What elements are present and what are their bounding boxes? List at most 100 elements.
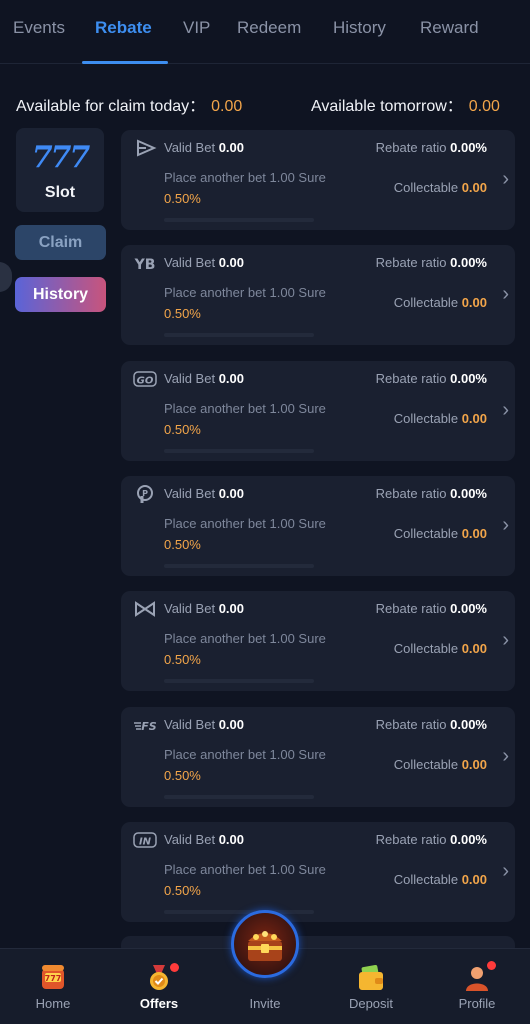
rebate-ratio-label: Rebate ratio <box>375 716 447 732</box>
progress-track <box>164 218 314 222</box>
rebate-card[interactable]: IN Valid Bet 0.00 Rebate ratio 0.00% Place … <box>121 821 515 922</box>
nav-home[interactable]: 777 Home <box>0 949 106 1024</box>
progress-track <box>164 563 314 568</box>
pg-provider-icon: P <box>137 484 153 503</box>
bow-tie-provider-icon <box>135 601 155 618</box>
wallet-icon <box>359 965 383 990</box>
rebate-ratio: Rebate ratio 0.00% <box>376 140 487 155</box>
valid-bet-label: Valid Bet <box>164 370 216 386</box>
rebate-card[interactable]: Valid Bet 0.00 Rebate ratio 0.00% Place an… <box>121 130 515 230</box>
valid-bet-label: Valid Bet <box>164 716 216 732</box>
collectable-value: 0.00 <box>461 525 487 541</box>
rebate-ratio-label: Rebate ratio <box>375 370 447 386</box>
nav-offers[interactable]: Offers <box>106 949 212 1024</box>
place-bet-text: Place another bet 1.00 Sure <box>164 746 326 762</box>
place-bet-text: Place another bet 1.00 Sure <box>164 515 326 531</box>
place-bet-text: Place another bet 1.00 Sure <box>164 861 326 877</box>
rebate-percent: 0.50% <box>164 191 201 206</box>
rebate-ratio-label: Rebate ratio <box>375 831 447 847</box>
collectable-value: 0.00 <box>461 410 487 426</box>
chevron-right-icon[interactable]: › <box>502 860 509 883</box>
progress-track <box>164 333 314 338</box>
chevron-right-icon[interactable]: › <box>502 168 509 191</box>
available-tomorrow-value: 0.00 <box>468 98 500 115</box>
valid-bet: Valid Bet 0.00 <box>164 601 244 616</box>
rebate-card[interactable]: YB Valid Bet 0.00 Rebate ratio 0.00% Place … <box>121 245 515 346</box>
tab-vip[interactable]: VIP <box>183 18 210 38</box>
claim-button[interactable]: Claim <box>15 225 106 260</box>
collectable: Collectable 0.00 <box>394 180 487 195</box>
collectable-value: 0.00 <box>461 180 487 195</box>
valid-bet-label: Valid Bet <box>164 140 216 155</box>
valid-bet-label: Valid Bet <box>164 601 216 617</box>
rebate-ratio-value: 0.00% <box>450 716 487 732</box>
nav-deposit[interactable]: Deposit <box>318 949 424 1024</box>
chevron-right-icon[interactable]: › <box>502 283 509 306</box>
rebate-card[interactable]: P Valid Bet 0.00 Rebate ratio 0.00% Place a… <box>121 475 515 576</box>
valid-bet-value: 0.00 <box>218 716 245 732</box>
available-today-value: 0.00 <box>211 98 243 115</box>
history-button[interactable]: History <box>15 277 106 312</box>
nav-home-label: Home <box>35 996 71 1011</box>
place-bet-text: Place another bet 1.00 Sure <box>164 400 326 416</box>
tab-rebate[interactable]: Rebate <box>95 18 152 38</box>
category-slot[interactable]: 777 Slot <box>16 128 104 212</box>
rebate-ratio: Rebate ratio 0.00% <box>376 371 487 386</box>
valid-bet: Valid Bet 0.00 <box>164 717 244 732</box>
collectable: Collectable 0.00 <box>394 757 487 772</box>
rebate-ratio: Rebate ratio 0.00% <box>376 601 487 616</box>
chevron-right-icon[interactable]: › <box>502 629 509 652</box>
active-tab-indicator <box>82 61 168 64</box>
rebate-ratio-value: 0.00% <box>450 255 487 271</box>
chevron-right-icon[interactable]: › <box>502 399 509 422</box>
nav-offers-label: Offers <box>139 996 179 1011</box>
side-drawer-handle[interactable] <box>0 262 12 292</box>
rebate-ratio-label: Rebate ratio <box>375 140 447 155</box>
rebate-ratio: Rebate ratio 0.00% <box>376 486 487 501</box>
rebate-card[interactable]: GO Valid Bet 0.00 Rebate ratio 0.00% Place … <box>121 360 515 461</box>
available-today-label: Available for claim today： <box>16 98 206 115</box>
valid-bet-label: Valid Bet <box>164 485 216 501</box>
tab-redeem[interactable]: Redeem <box>237 18 301 38</box>
rebate-percent: 0.50% <box>164 536 201 552</box>
nav-profile[interactable]: Profile <box>424 949 530 1024</box>
rebate-ratio-value: 0.00% <box>450 370 487 386</box>
collectable-label: Collectable <box>393 180 459 195</box>
collectable-label: Collectable <box>393 641 459 657</box>
tab-history[interactable]: History <box>333 18 386 38</box>
valid-bet-value: 0.00 <box>218 140 245 155</box>
chevron-right-icon[interactable]: › <box>502 745 509 768</box>
in-provider-icon: IN <box>133 832 157 848</box>
progress-track <box>164 794 314 799</box>
valid-bet-label: Valid Bet <box>164 255 216 271</box>
svg-text:IN: IN <box>139 836 152 847</box>
invite-center-button[interactable] <box>231 910 299 978</box>
rebate-ratio-value: 0.00% <box>450 831 487 847</box>
place-bet-text: Place another bet 1.00 Sure <box>164 170 326 185</box>
rebate-ratio: Rebate ratio 0.00% <box>376 717 487 732</box>
rebate-ratio-value: 0.00% <box>450 485 487 501</box>
top-tab-bar: Events Rebate VIP Redeem History Reward <box>0 0 530 64</box>
treasure-chest-icon <box>248 931 282 961</box>
category-slot-label: Slot <box>44 184 76 201</box>
tab-events[interactable]: Events <box>13 18 65 38</box>
chevron-right-icon[interactable]: › <box>502 514 509 537</box>
place-bet-text: Place another bet 1.00 Sure <box>164 631 326 647</box>
play-triangle-icon <box>137 139 157 157</box>
rebate-card[interactable]: Valid Bet 0.00 Rebate ratio 0.00% Place an… <box>121 591 515 692</box>
rebate-card[interactable]: FS Valid Bet 0.00 Rebate ratio 0.00% Place … <box>121 706 515 807</box>
valid-bet-value: 0.00 <box>218 255 245 271</box>
rebate-ratio-label: Rebate ratio <box>375 255 447 271</box>
collectable: Collectable 0.00 <box>394 411 487 426</box>
valid-bet-value: 0.00 <box>218 601 245 617</box>
collectable-label: Collectable <box>393 295 459 311</box>
collectable-label: Collectable <box>393 871 459 887</box>
tab-reward[interactable]: Reward <box>420 18 479 38</box>
progress-track <box>164 679 314 684</box>
svg-text:FS: FS <box>141 720 157 733</box>
collectable-label: Collectable <box>393 410 459 426</box>
collectable-value: 0.00 <box>461 871 487 887</box>
svg-text:P: P <box>142 489 148 498</box>
go-provider-icon: GO <box>133 370 157 387</box>
rebate-percent: 0.50% <box>164 306 201 322</box>
